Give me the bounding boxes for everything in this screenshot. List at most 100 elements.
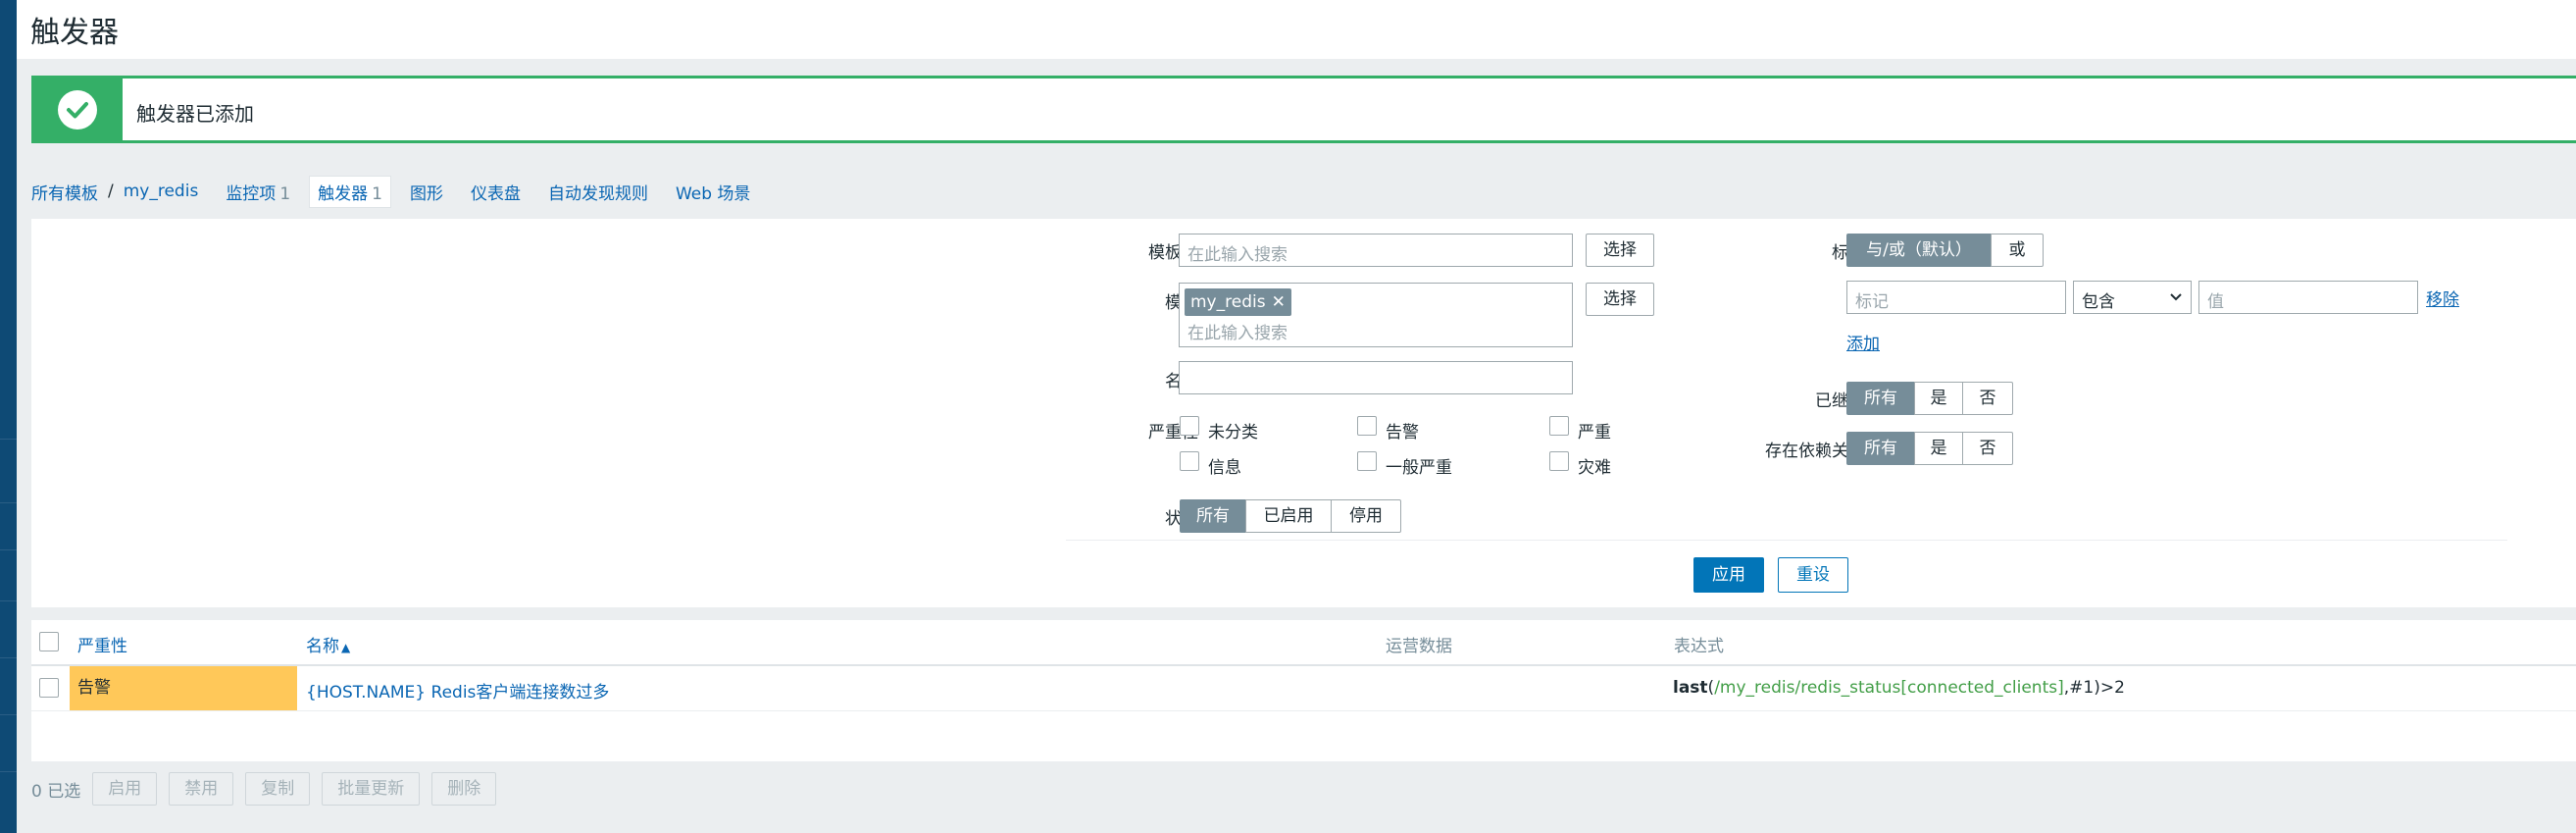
column-operational-data: 运营数据 <box>1386 637 1452 656</box>
severity-disaster-label: 灾难 <box>1578 458 1611 478</box>
chip-remove-icon[interactable]: ✕ <box>1272 292 1286 312</box>
tag-operator-select[interactable]: 包含 <box>2073 281 2192 314</box>
tab-items-count: 1 <box>279 183 291 204</box>
severity-information-label: 信息 <box>1208 458 1241 478</box>
status-segmented-control: 所有 已启用 停用 <box>1180 499 1401 533</box>
severity-warning-label: 告警 <box>1386 423 1419 443</box>
tag-add-link[interactable]: 添加 <box>1846 330 1880 354</box>
check-circle-icon <box>58 90 97 130</box>
tags-mode-or[interactable]: 或 <box>1991 234 2044 267</box>
filter-divider <box>1066 540 2507 541</box>
inherited-segmented-control: 所有 是 否 <box>1846 382 2013 415</box>
trigger-name-link[interactable]: {HOST.NAME} Redis客户端连接数过多 <box>306 678 609 703</box>
apply-button[interactable]: 应用 <box>1693 557 1764 593</box>
sidebar-divider <box>0 600 17 601</box>
trigger-expression: last(/my_redis/redis_status[connected_cl… <box>1673 678 2125 698</box>
dependencies-option-no[interactable]: 否 <box>1962 432 2013 465</box>
dependencies-label: 存在依赖关系 <box>1765 442 1865 461</box>
success-icon-box <box>34 78 123 140</box>
reset-button[interactable]: 重设 <box>1778 557 1848 593</box>
template-select-button[interactable]: 选择 <box>1586 283 1654 316</box>
breadcrumb-template[interactable]: my_redis <box>124 182 199 201</box>
tab-triggers-label: 触发器 <box>318 183 369 204</box>
column-name-label: 名称 <box>306 637 339 656</box>
select-all-checkbox[interactable] <box>39 632 59 651</box>
column-expression: 表达式 <box>1674 637 1724 656</box>
tab-graphs[interactable]: 图形 <box>410 180 443 204</box>
template-placeholder: 在此输入搜索 <box>1187 324 1288 343</box>
tags-mode-and-or[interactable]: 与/或（默认） <box>1846 234 1992 267</box>
template-chip-label: my_redis <box>1190 292 1266 312</box>
dependencies-option-yes[interactable]: 是 <box>1914 432 1963 465</box>
severity-badge: 告警 <box>70 666 297 710</box>
disable-button[interactable]: 禁用 <box>169 772 234 806</box>
success-message-text: 触发器已添加 <box>136 102 254 126</box>
tab-items-label: 监控项 <box>226 183 277 204</box>
expression-function: last <box>1673 678 1708 698</box>
severity-average-checkbox[interactable] <box>1357 451 1377 471</box>
inherited-option-yes[interactable]: 是 <box>1914 382 1963 415</box>
severity-warning-checkbox[interactable] <box>1357 416 1377 436</box>
severity-not-classified-checkbox[interactable] <box>1180 416 1199 436</box>
tag-remove-link[interactable]: 移除 <box>2426 286 2459 310</box>
severity-information-checkbox[interactable] <box>1180 451 1199 471</box>
mass-action-bar: 0 已选 启用 禁用 复制 批量更新 删除 <box>31 771 508 807</box>
severity-high-checkbox[interactable] <box>1549 416 1569 436</box>
dependencies-option-all[interactable]: 所有 <box>1846 432 1915 465</box>
filter-panel: 模板组 在此输入搜索 选择 模板 my_redis✕ 在此输入搜索 选择 名称 … <box>31 219 2576 607</box>
sidebar-divider <box>0 439 17 440</box>
tag-name-input[interactable]: 标记 <box>1846 281 2066 314</box>
name-input[interactable] <box>1179 361 1573 394</box>
severity-not-classified-label: 未分类 <box>1208 423 1258 443</box>
triggers-table: 严重性 名称 ▲ 运营数据 表达式 告警 {HOST.NAME} Redis客户端… <box>31 620 2576 761</box>
page-header: 触发器 <box>17 0 2576 59</box>
inherited-option-no[interactable]: 否 <box>1962 382 2013 415</box>
tag-operator-value: 包含 <box>2082 292 2115 312</box>
tag-name-placeholder: 标记 <box>1855 292 1889 312</box>
dependencies-segmented-control: 所有 是 否 <box>1846 432 2013 465</box>
status-option-all[interactable]: 所有 <box>1180 499 1246 533</box>
sidebar-divider <box>0 657 17 658</box>
mass-update-button[interactable]: 批量更新 <box>322 772 421 806</box>
severity-disaster-checkbox[interactable] <box>1549 451 1569 471</box>
breadcrumb-separator: / <box>108 182 114 201</box>
expression-rest: ,#1)>2 <box>2063 678 2125 698</box>
success-message: 触发器已添加 <box>31 76 2576 143</box>
severity-average-label: 一般严重 <box>1386 458 1452 478</box>
copy-button[interactable]: 复制 <box>245 772 311 806</box>
row-checkbox[interactable] <box>39 678 59 698</box>
column-severity[interactable]: 严重性 <box>77 632 127 656</box>
sidebar-divider <box>0 502 17 503</box>
tag-value-placeholder: 值 <box>2207 292 2224 312</box>
enable-button[interactable]: 启用 <box>92 772 158 806</box>
delete-button[interactable]: 删除 <box>431 772 497 806</box>
status-option-enabled[interactable]: 已启用 <box>1245 499 1332 533</box>
template-group-select-button[interactable]: 选择 <box>1586 234 1654 267</box>
inherited-option-all[interactable]: 所有 <box>1846 382 1915 415</box>
table-row: 告警 {HOST.NAME} Redis客户端连接数过多 last(/my_re… <box>31 666 2576 711</box>
tab-web-scenarios[interactable]: Web 场景 <box>676 180 750 204</box>
tab-triggers[interactable]: 触发器 1 <box>309 175 391 208</box>
breadcrumb: 所有模板 / my_redis 监控项 1 触发器 1 图形 仪表盘 自动发现规则 … <box>31 175 778 208</box>
template-group-placeholder: 在此输入搜索 <box>1187 245 1288 265</box>
status-option-disabled[interactable]: 停用 <box>1331 499 1401 533</box>
sidebar-divider <box>0 771 17 772</box>
template-multiselect[interactable]: my_redis ✕ 在此输入搜索 <box>1179 283 1573 347</box>
tag-value-input[interactable]: 值 <box>2198 281 2418 314</box>
sidebar-divider <box>0 549 17 550</box>
sidebar-divider <box>0 714 17 715</box>
sort-ascending-icon: ▲ <box>341 641 351 654</box>
table-header: 严重性 名称 ▲ 运营数据 表达式 <box>31 620 2576 666</box>
template-chip: my_redis ✕ <box>1185 288 1291 316</box>
tags-mode-segmented-control: 与/或（默认） 或 <box>1846 234 2044 267</box>
breadcrumb-all-templates[interactable]: 所有模板 <box>31 180 98 204</box>
tab-items[interactable]: 监控项 1 <box>226 180 290 204</box>
tab-dashboards[interactable]: 仪表盘 <box>471 180 521 204</box>
template-group-input[interactable]: 在此输入搜索 <box>1179 234 1573 267</box>
selected-count: 0 已选 <box>31 781 81 802</box>
column-name[interactable]: 名称 ▲ <box>306 632 350 656</box>
severity-high-label: 严重 <box>1578 423 1611 443</box>
chevron-down-icon <box>2170 293 2182 301</box>
tab-triggers-count: 1 <box>372 183 382 204</box>
tab-discovery-rules[interactable]: 自动发现规则 <box>548 180 648 204</box>
